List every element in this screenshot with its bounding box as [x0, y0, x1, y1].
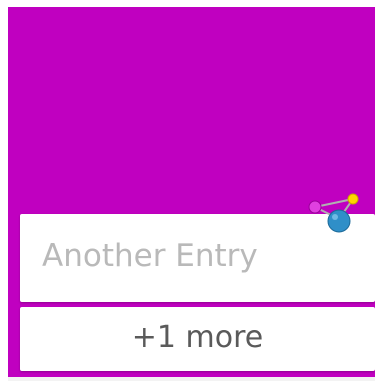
entry-label: Another Entry — [42, 238, 258, 274]
molecule-icon — [308, 193, 359, 233]
bottom-bezel — [8, 377, 375, 381]
more-card[interactable]: +1 more — [20, 307, 375, 371]
watch-screen: Another Entry +1 more — [8, 7, 375, 377]
more-label: +1 more — [131, 320, 264, 355]
